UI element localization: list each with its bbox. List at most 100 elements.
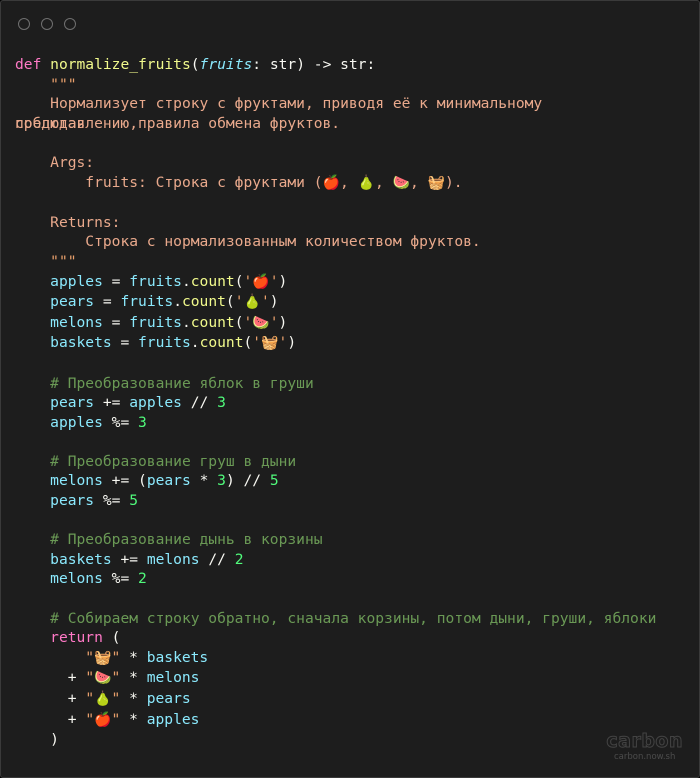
quote-open-3: ' xyxy=(243,313,253,331)
apple-icon: 🍎 xyxy=(322,174,340,191)
number-3b: 3 xyxy=(138,413,147,431)
ret-quote-close-3: " xyxy=(111,690,121,707)
number-3a: 3 xyxy=(217,394,226,412)
docstring-returns-body: Строка с нормализованным количеством фру… xyxy=(85,233,481,251)
mod-assign-3: %= xyxy=(111,570,139,588)
param-colon: : xyxy=(252,56,270,73)
number-2a: 2 xyxy=(234,550,244,568)
baskets-ref-a: baskets xyxy=(50,550,112,568)
melons-ref-a: melons xyxy=(50,472,103,490)
mod-assign-2: %= xyxy=(102,492,130,510)
floordiv-3: // xyxy=(208,550,235,568)
watermelon-icon-return: 🍉 xyxy=(94,670,112,687)
quote-close-2: ' xyxy=(260,293,270,311)
return-arrow: -> xyxy=(313,56,332,73)
code-area[interactable]: def normalize_fruits(fruits: str) -> str… xyxy=(1,47,699,777)
ret-var-apples: apples xyxy=(146,710,200,728)
fruits-ref-1: fruits xyxy=(129,272,182,290)
fruits-ref-3: fruits xyxy=(129,313,182,331)
comment-melons-to-baskets: # Преобразование дынь в корзины xyxy=(50,531,323,549)
dot-4: . xyxy=(190,334,200,352)
ret-quote-open-3: " xyxy=(85,690,95,707)
call-close-3: ) xyxy=(278,313,288,331)
apple-icon-count: 🍎 xyxy=(252,273,270,290)
return-paren-open: ( xyxy=(111,629,121,647)
ret-quote-open-4: " xyxy=(85,710,95,728)
basket-icon: 🧺 xyxy=(427,174,446,191)
var-pears-assign: pears xyxy=(50,293,95,311)
keyword-return: return xyxy=(50,629,103,647)
quote-open-2: ' xyxy=(234,293,244,311)
melons-ref-c: melons xyxy=(50,570,103,588)
maximize-dot[interactable] xyxy=(64,18,76,30)
keyword-def: def xyxy=(15,56,42,73)
pears-ref-c: pears xyxy=(50,492,95,510)
args-sep-2: , xyxy=(374,173,393,191)
fruits-ref-4: fruits xyxy=(138,334,191,352)
ret-plus-2: + xyxy=(67,669,77,687)
docstring-summary-tail: правила обмена фруктов. xyxy=(138,114,341,132)
call-close-4: ) xyxy=(287,334,297,352)
pear-icon-return: 🍐 xyxy=(94,691,112,707)
ret-plus-4: + xyxy=(67,710,77,728)
assign-op-4: = xyxy=(120,334,139,352)
paren-close: ) xyxy=(296,56,314,73)
call-open-1: ( xyxy=(234,272,244,290)
quote-open-1: ' xyxy=(243,272,253,290)
fruits-ref-2: fruits xyxy=(120,293,174,311)
dot-1: . xyxy=(181,272,191,290)
ret-plus-3: + xyxy=(67,690,77,707)
ret-mult-1: * xyxy=(129,648,138,666)
assign-op-2: = xyxy=(102,293,121,311)
ret-var-pears: pears xyxy=(146,690,191,707)
watermelon-icon-count: 🍉 xyxy=(252,314,270,331)
mod-assign-1: %= xyxy=(111,413,139,431)
comment-pears-to-melons: # Преобразование груш в дыни xyxy=(50,452,297,470)
args-sep-3: , xyxy=(410,173,428,191)
minimize-dot[interactable] xyxy=(41,18,53,30)
count-method-4: count xyxy=(199,334,244,352)
ret-quote-open-2: " xyxy=(85,669,95,687)
close-dot[interactable] xyxy=(18,18,30,30)
ret-quote-close-1: " xyxy=(111,648,121,666)
plus-assign-2: += ( xyxy=(111,472,147,490)
return-paren-close: ) xyxy=(50,731,59,749)
docstring-args-suffix: ). xyxy=(445,173,463,191)
docstring-open-quotes: """ xyxy=(50,75,77,93)
quote-close-4: ' xyxy=(278,334,288,352)
docstring-close-quotes: """ xyxy=(50,252,77,270)
comment-apples-to-pears: # Преобразование яблок в груши xyxy=(50,374,314,392)
call-close-2: ) xyxy=(269,293,279,311)
code-block[interactable]: def normalize_fruits(fruits: str) -> str… xyxy=(15,55,685,750)
number-2b: 2 xyxy=(138,570,147,588)
ret-mult-2: * xyxy=(129,669,138,687)
param-type: str xyxy=(269,56,297,73)
pear-icon-count: 🍐 xyxy=(243,294,261,311)
docstring-summary-over: соблюдая xyxy=(15,114,86,132)
apples-ref-a: apples xyxy=(129,394,182,412)
ret-var-melons: melons xyxy=(146,669,200,687)
function-name: normalize_fruits xyxy=(50,56,191,73)
var-baskets-assign: baskets xyxy=(50,334,112,352)
mult-1: * xyxy=(199,472,218,490)
dot-2: . xyxy=(173,293,182,311)
docstring-summary-line-1: Нормализует строку с фруктами, приводя е… xyxy=(50,95,543,113)
ret-quote-close-4: " xyxy=(111,710,121,728)
floordiv-1: // xyxy=(190,394,218,412)
call-close-1: ) xyxy=(278,272,288,290)
apples-ref-b: apples xyxy=(50,413,103,431)
paren-close-m: ) xyxy=(225,472,244,490)
number-3c: 3 xyxy=(217,472,226,490)
args-sep-1: , xyxy=(339,173,358,191)
pear-icon: 🍐 xyxy=(357,174,375,191)
ret-quote-close-2: " xyxy=(111,669,121,687)
assign-op-1: = xyxy=(111,272,130,290)
ret-mult-4: * xyxy=(129,710,138,728)
plus-assign-3: += xyxy=(120,550,147,568)
quote-close-1: ' xyxy=(269,272,279,290)
docstring-args-heading: Args: xyxy=(50,153,95,171)
floordiv-2: // xyxy=(243,472,270,490)
carbon-code-window: def normalize_fruits(fruits: str) -> str… xyxy=(0,0,700,778)
quote-open-4: ' xyxy=(252,334,262,352)
docstring-returns-heading: Returns: xyxy=(50,213,121,231)
